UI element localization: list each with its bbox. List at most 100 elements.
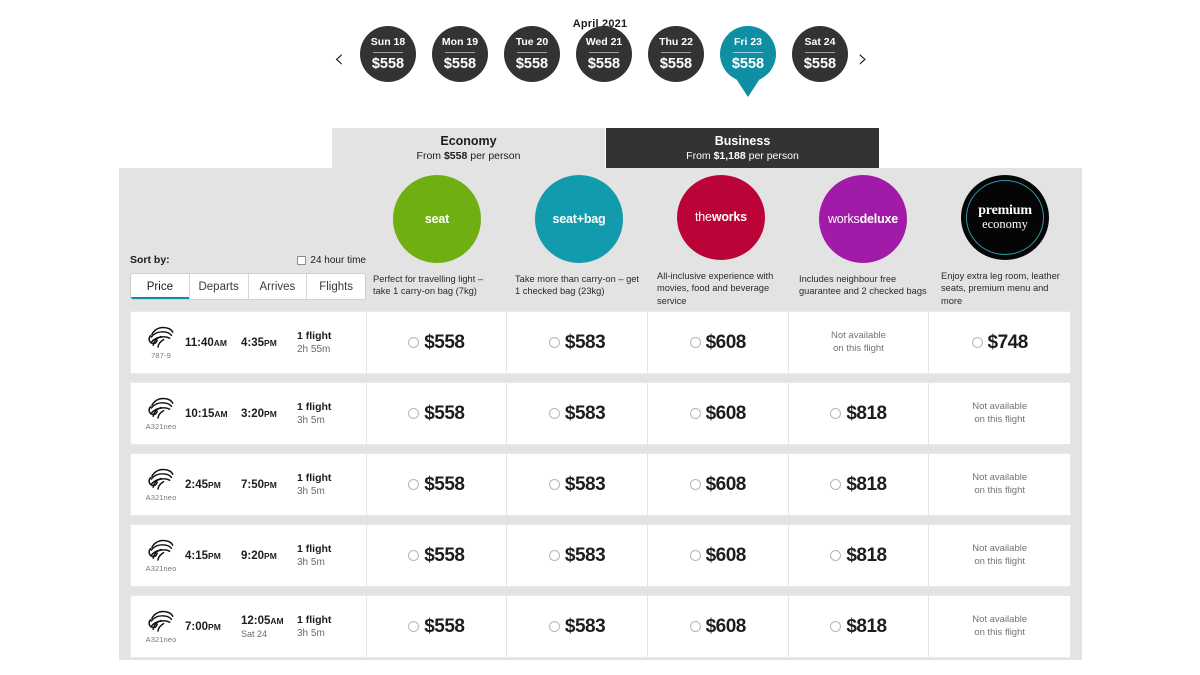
date-option-2[interactable]: Tue 20 $558 bbox=[504, 26, 560, 82]
date-option-price: $558 bbox=[803, 55, 837, 72]
fare-circle-worksdeluxe[interactable]: worksdeluxe bbox=[819, 175, 907, 263]
date-option-4[interactable]: Thu 22 $558 bbox=[648, 26, 704, 82]
fare-radio-theworks[interactable] bbox=[689, 337, 701, 348]
fare-radio-seat-bag[interactable] bbox=[548, 550, 560, 561]
fare-radio-seat-bag[interactable] bbox=[548, 479, 560, 490]
sort-by-label: Sort by: bbox=[130, 254, 170, 266]
fare-radio-seat-bag[interactable] bbox=[548, 621, 560, 632]
flight-duration: 3h 5m bbox=[297, 557, 325, 568]
fare-cell-seat-bag[interactable]: $583 bbox=[507, 596, 648, 657]
date-option-name: Thu 22 bbox=[659, 36, 693, 48]
arrival-meridiem: PM bbox=[264, 408, 277, 419]
fare-radio-seat[interactable] bbox=[408, 621, 420, 632]
fare-radio-theworks[interactable] bbox=[689, 550, 701, 561]
fare-cell-worksdeluxe[interactable]: $818 bbox=[789, 525, 930, 586]
fare-cell-seat[interactable]: $558 bbox=[367, 383, 508, 444]
fare-column-seat: seat Perfect for travelling light – take … bbox=[366, 172, 508, 307]
date-option-price: $558 bbox=[587, 55, 621, 72]
arrival-meridiem: AM bbox=[270, 615, 284, 626]
fare-radio-worksdeluxe[interactable] bbox=[830, 408, 842, 419]
fare-cell-premium-economy: Not available on this flight bbox=[929, 525, 1070, 586]
fare-unavailable-premium-economy: Not available on this flight bbox=[972, 471, 1028, 496]
date-option-6[interactable]: Sat 24 $558 bbox=[792, 26, 848, 82]
fare-cell-theworks[interactable]: $608 bbox=[648, 383, 789, 444]
fare-circle-seat-bag[interactable]: seat+bag bbox=[535, 175, 623, 263]
fare-cell-seat[interactable]: $558 bbox=[367, 525, 508, 586]
flight-row: A321neo 2:45PM 7:50PM 1 flight 3h 5m $558 $583… bbox=[130, 453, 1071, 516]
date-option-1[interactable]: Mon 19 $558 bbox=[432, 26, 488, 82]
fare-cell-seat[interactable]: $558 bbox=[367, 454, 508, 515]
fare-price-seat-bag: $583 bbox=[564, 473, 606, 495]
fare-circle-premium-economy[interactable]: premium economy bbox=[961, 175, 1049, 260]
24-hour-time-label: 24 hour time bbox=[310, 254, 366, 266]
departure-meridiem: PM bbox=[208, 550, 221, 561]
flight-stops: 1 flight 2h 55m bbox=[297, 330, 359, 355]
aircraft-type: A321neo bbox=[145, 563, 177, 573]
departure-time: 2:45PM bbox=[185, 478, 221, 491]
date-option-price: $558 bbox=[443, 55, 477, 72]
fare-price-theworks: $608 bbox=[705, 615, 747, 637]
fare-cell-theworks[interactable]: $608 bbox=[648, 596, 789, 657]
fare-radio-worksdeluxe[interactable] bbox=[830, 550, 842, 561]
cabin-tab-economy[interactable]: Economy From $558 per person bbox=[332, 128, 605, 170]
date-option-3[interactable]: Wed 21 $558 bbox=[576, 26, 632, 82]
fare-circle-theworks[interactable]: theworks bbox=[677, 175, 765, 260]
fare-radio-theworks[interactable] bbox=[689, 479, 701, 490]
fare-cell-seat[interactable]: $558 bbox=[367, 596, 508, 657]
fare-cell-worksdeluxe[interactable]: $818 bbox=[789, 596, 930, 657]
flight-results-list: 787-9 11:40AM 4:35PM 1 flight 2h 55m $558 $583… bbox=[130, 311, 1071, 666]
fare-circle-seat[interactable]: seat bbox=[393, 175, 481, 263]
fare-unavailable-premium-economy: Not available on this flight bbox=[972, 400, 1028, 425]
departure-time: 11:40AM bbox=[185, 336, 228, 349]
cabin-tab-price: From $558 per person bbox=[416, 150, 521, 163]
fare-description-seat: Perfect for travelling light – take 1 ca… bbox=[373, 274, 484, 297]
fare-circle-label: seat bbox=[424, 212, 450, 226]
fare-radio-theworks[interactable] bbox=[689, 408, 701, 419]
fare-cell-worksdeluxe[interactable]: $818 bbox=[789, 454, 930, 515]
sort-option-price[interactable]: Price bbox=[131, 274, 190, 299]
departure-meridiem: AM bbox=[214, 408, 228, 419]
fare-cell-seat-bag[interactable]: $583 bbox=[507, 454, 648, 515]
cabin-tab-price: From $1,188 per person bbox=[686, 150, 799, 163]
fare-radio-seat[interactable] bbox=[408, 337, 420, 348]
aircraft-type: 787-9 bbox=[151, 350, 171, 360]
fare-cell-theworks[interactable]: $608 bbox=[648, 454, 789, 515]
fare-cell-premium-economy[interactable]: $748 bbox=[929, 312, 1070, 373]
fare-cell-premium-economy: Not available on this flight bbox=[929, 383, 1070, 444]
fare-radio-theworks[interactable] bbox=[689, 621, 701, 632]
fare-radio-seat[interactable] bbox=[408, 408, 420, 419]
sort-option-arrives[interactable]: Arrives bbox=[248, 274, 308, 299]
flight-info-cell: A321neo 2:45PM 7:50PM 1 flight 3h 5m bbox=[131, 454, 367, 515]
fare-cell-theworks[interactable]: $608 bbox=[648, 525, 789, 586]
date-option-0[interactable]: Sun 18 $558 bbox=[360, 26, 416, 82]
fare-cell-worksdeluxe[interactable]: $818 bbox=[789, 383, 930, 444]
previous-dates-button[interactable]: ‹ bbox=[326, 44, 352, 74]
fare-cell-seat-bag[interactable]: $583 bbox=[507, 312, 648, 373]
sort-option-departs[interactable]: Departs bbox=[189, 274, 249, 299]
fare-price-theworks: $608 bbox=[705, 473, 747, 495]
date-list: Sun 18 $558 Mon 19 $558 Tue 20 $558 Wed 21 $558… bbox=[360, 26, 848, 82]
cabin-tab-business[interactable]: Business From $1,188 per person bbox=[606, 128, 879, 170]
fare-price-seat: $558 bbox=[424, 615, 465, 637]
fare-radio-seat[interactable] bbox=[408, 550, 420, 561]
airline-logo: A321neo bbox=[131, 468, 185, 502]
arrival-meridiem: PM bbox=[264, 337, 277, 348]
fare-cell-seat-bag[interactable]: $583 bbox=[507, 525, 648, 586]
next-dates-button[interactable]: › bbox=[850, 44, 876, 74]
fare-radio-worksdeluxe[interactable] bbox=[830, 479, 842, 490]
fare-radio-worksdeluxe[interactable] bbox=[830, 621, 842, 632]
fare-radio-premium-economy[interactable] bbox=[971, 337, 983, 348]
fare-cell-seat[interactable]: $558 bbox=[367, 312, 508, 373]
date-option-5[interactable]: Fri 23 $558 bbox=[720, 26, 776, 82]
fare-cell-theworks[interactable]: $608 bbox=[648, 312, 789, 373]
date-option-name: Fri 23 bbox=[733, 36, 762, 48]
sort-option-flights[interactable]: Flights bbox=[307, 274, 365, 299]
24-hour-time-toggle[interactable]: 24 hour time bbox=[297, 255, 366, 266]
fare-radio-seat-bag[interactable] bbox=[548, 337, 560, 348]
departure-time: 7:00PM bbox=[185, 620, 221, 633]
fare-cell-seat-bag[interactable]: $583 bbox=[507, 383, 648, 444]
date-option-price: $558 bbox=[731, 55, 765, 72]
fare-radio-seat[interactable] bbox=[408, 479, 420, 490]
fare-radio-seat-bag[interactable] bbox=[548, 408, 560, 419]
24-hour-time-checkbox[interactable] bbox=[297, 255, 307, 265]
